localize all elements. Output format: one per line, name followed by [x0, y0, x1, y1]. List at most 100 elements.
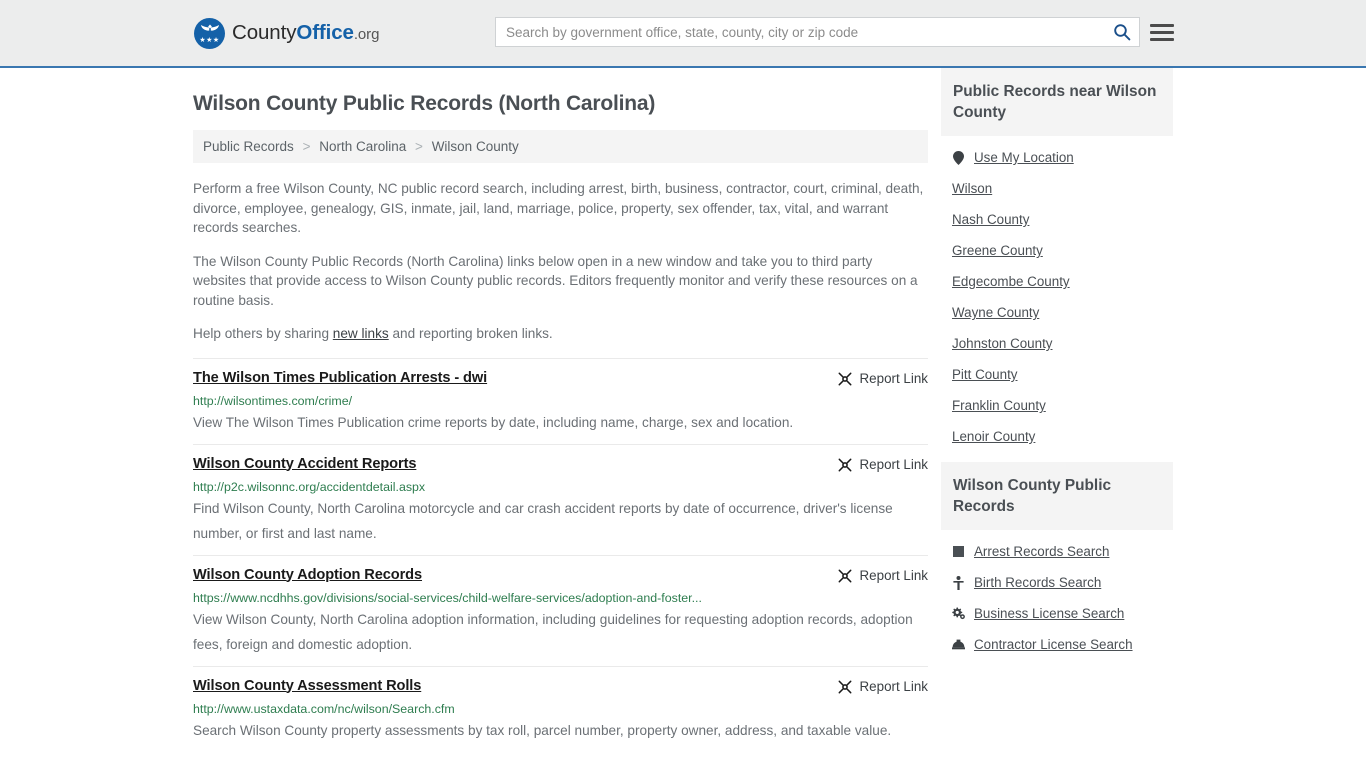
intro-paragraph-1: Perform a free Wilson County, NC public …: [193, 181, 924, 235]
report-link-button[interactable]: Report Link: [837, 456, 928, 473]
map-pin-icon: [952, 150, 965, 165]
sidebar-link-label[interactable]: Franklin County: [952, 398, 1046, 413]
report-link-label: Report Link: [859, 457, 928, 472]
intro-paragraph-2: The Wilson County Public Records (North …: [193, 253, 918, 308]
sidebar-link-label[interactable]: Wilson: [952, 181, 992, 196]
nearby-records-list: Use My Location Wilson Nash County Green…: [941, 136, 1173, 452]
gears-glyph: [952, 607, 965, 620]
result-url: http://www.ustaxdata.com/nc/wilson/Searc…: [193, 701, 455, 716]
map-pin-glyph: [953, 150, 964, 165]
nearby-records-panel: Public Records near Wilson County Use My…: [941, 68, 1173, 452]
county-records-list: Arrest Records Search Birth Records Sear…: [941, 530, 1173, 660]
result-title-link[interactable]: Wilson County Accident Reports: [193, 456, 416, 472]
result-header: The Wilson Times Publication Arrests - d…: [193, 370, 928, 387]
breadcrumb-separator-1: >: [302, 139, 311, 154]
breadcrumb-item-wilson-county[interactable]: Wilson County: [432, 139, 519, 154]
sidebar-item-nash-county[interactable]: Nash County: [941, 204, 1173, 235]
result-description: View The Wilson Times Publication crime …: [193, 414, 794, 430]
unlink-icon: [838, 372, 851, 385]
logo-text-county: County: [232, 21, 297, 44]
breadcrumb-item-public-records[interactable]: Public Records: [203, 139, 294, 154]
new-links-link[interactable]: new links: [333, 326, 389, 341]
result-title-link[interactable]: Wilson County Adoption Records: [193, 567, 422, 583]
result-header: Wilson County Assessment Rolls Report Li…: [193, 678, 928, 695]
unlink-icon: [838, 458, 851, 471]
sidebar-link-label[interactable]: Greene County: [952, 243, 1043, 258]
result-item: Wilson County Adoption Records Report Li…: [193, 554, 928, 666]
result-description: Search Wilson County property assessment…: [193, 722, 892, 738]
result-header: Wilson County Adoption Records Report Li…: [193, 567, 928, 584]
sidebar-item-pitt-county[interactable]: Pitt County: [941, 359, 1173, 390]
result-description: View Wilson County, North Carolina adopt…: [193, 611, 913, 652]
intro-share-post: and reporting broken links.: [388, 326, 553, 341]
report-link-label: Report Link: [859, 679, 928, 694]
search-icon[interactable]: [1105, 18, 1139, 46]
report-link-button[interactable]: Report Link: [837, 678, 928, 695]
child-icon: [952, 575, 965, 590]
sidebar-item-birth-records-search[interactable]: Birth Records Search: [941, 567, 1173, 598]
gears-icon: [952, 607, 965, 620]
report-link-label: Report Link: [859, 568, 928, 583]
sidebar-item-franklin-county[interactable]: Franklin County: [941, 390, 1173, 421]
logo-wordmark: CountyOffice.org: [232, 21, 379, 45]
sidebar-item-lenoir-county[interactable]: Lenoir County: [941, 421, 1173, 452]
report-link-label: Report Link: [859, 371, 928, 386]
breadcrumb-item-north-carolina[interactable]: North Carolina: [319, 139, 406, 154]
menu-bar-2: [1150, 30, 1174, 34]
breadcrumb: Public Records > North Carolina > Wilson…: [193, 130, 928, 163]
result-url: https://www.ncdhhs.gov/divisions/social-…: [193, 590, 702, 605]
breadcrumb-separator-2: >: [415, 139, 423, 154]
sidebar-link-label[interactable]: Wayne County: [952, 305, 1039, 320]
sidebar-link-label[interactable]: Pitt County: [952, 367, 1018, 382]
county-records-heading: Wilson County Public Records: [941, 462, 1173, 530]
sidebar-link-label[interactable]: Use My Location: [974, 150, 1074, 165]
site-logo[interactable]: ★★★ CountyOffice.org: [194, 17, 379, 49]
search-bar: [495, 17, 1140, 47]
sidebar-link-label[interactable]: Johnston County: [952, 336, 1053, 351]
logo-stars: ★★★: [199, 36, 220, 44]
result-url: http://wilsontimes.com/crime/: [193, 393, 353, 408]
sidebar-item-johnston-county[interactable]: Johnston County: [941, 328, 1173, 359]
sidebar-link-label[interactable]: Nash County: [952, 212, 1029, 227]
menu-bar-3: [1150, 37, 1174, 41]
hamburger-menu-icon[interactable]: [1150, 20, 1174, 44]
sidebar-item-wayne-county[interactable]: Wayne County: [941, 297, 1173, 328]
sidebar-link-label[interactable]: Arrest Records Search: [974, 544, 1109, 559]
result-header: Wilson County Accident Reports Report Li…: [193, 456, 928, 473]
eagle-seal-icon: ★★★: [194, 17, 225, 49]
sidebar-link-label[interactable]: Edgecombe County: [952, 274, 1070, 289]
sidebar-item-use-my-location[interactable]: Use My Location: [941, 142, 1173, 173]
sidebar-item-wilson[interactable]: Wilson: [941, 173, 1173, 204]
sidebar-item-arrest-records-search[interactable]: Arrest Records Search: [941, 536, 1173, 567]
sidebar-link-label[interactable]: Birth Records Search: [974, 575, 1101, 590]
intro-share-pre: Help others by sharing: [193, 326, 333, 341]
hard-hat-icon: [952, 639, 965, 650]
sidebar-item-greene-county[interactable]: Greene County: [941, 235, 1173, 266]
site-header: ★★★ CountyOffice.org: [0, 0, 1366, 68]
logo-text-org: .org: [353, 26, 380, 43]
search-input[interactable]: [496, 18, 1105, 46]
hard-hat-glyph: [952, 639, 965, 650]
sidebar-link-label[interactable]: Business License Search: [974, 606, 1124, 621]
page-title: Wilson County Public Records (North Caro…: [193, 92, 656, 115]
report-link-button[interactable]: Report Link: [837, 567, 928, 584]
result-item: The Wilson Times Publication Arrests - d…: [193, 357, 928, 444]
page-body: Wilson County Public Records (North Caro…: [0, 68, 1366, 752]
intro-paragraph-3: Help others by sharing new links and rep…: [193, 324, 928, 344]
sidebar-item-edgecombe-county[interactable]: Edgecombe County: [941, 266, 1173, 297]
sidebar: Public Records near Wilson County Use My…: [941, 68, 1173, 670]
eagle-glyph: [200, 24, 219, 31]
county-records-panel: Wilson County Public Records Arrest Reco…: [941, 462, 1173, 660]
unlink-icon: [838, 680, 851, 693]
result-title-link[interactable]: Wilson County Assessment Rolls: [193, 678, 421, 694]
sidebar-item-business-license-search[interactable]: Business License Search: [941, 598, 1173, 629]
report-link-button[interactable]: Report Link: [837, 370, 928, 387]
result-url: http://p2c.wilsonnc.org/accidentdetail.a…: [193, 479, 426, 494]
search-glyph: [1114, 24, 1131, 41]
sidebar-link-label[interactable]: Lenoir County: [952, 429, 1035, 444]
sidebar-link-label[interactable]: Contractor License Search: [974, 637, 1133, 652]
result-item: Wilson County Accident Reports Report Li…: [193, 443, 928, 555]
child-glyph: [953, 575, 964, 590]
result-title-link[interactable]: The Wilson Times Publication Arrests - d…: [193, 370, 487, 386]
sidebar-item-contractor-license-search[interactable]: Contractor License Search: [941, 629, 1173, 660]
